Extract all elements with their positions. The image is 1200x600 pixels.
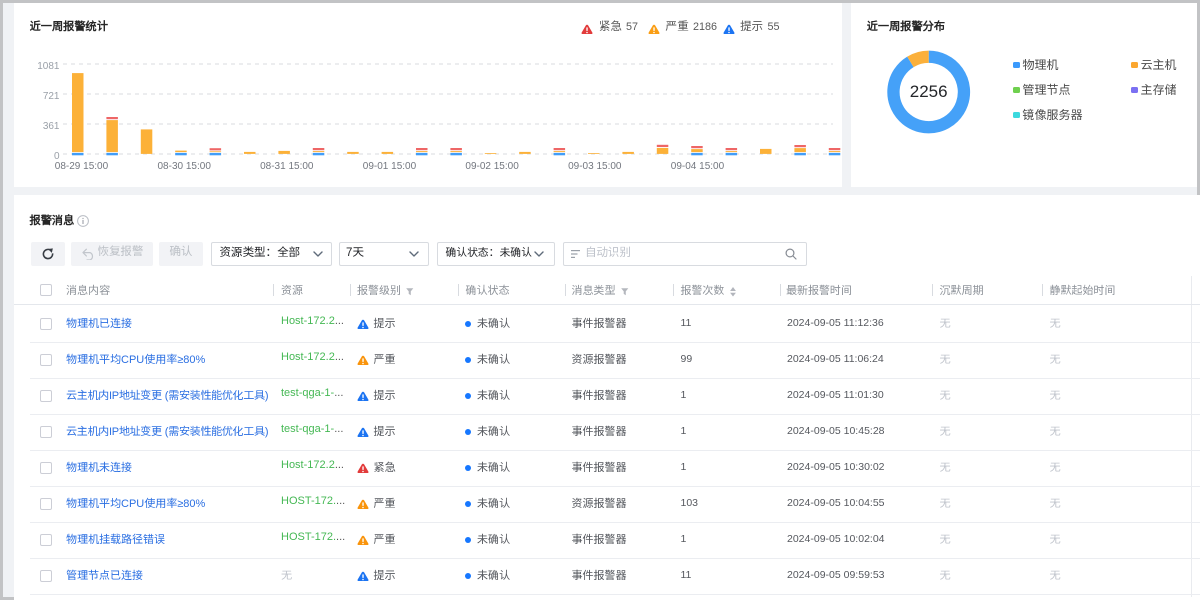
svg-text:09-04 15:00: 09-04 15:00 (671, 161, 725, 172)
svg-text:1081: 1081 (37, 61, 60, 72)
svg-text:08-29 15:00: 08-29 15:00 (55, 161, 109, 172)
svg-text:08-30 15:00: 08-30 15:00 (158, 161, 212, 172)
svg-text:09-03 15:00: 09-03 15:00 (568, 161, 622, 172)
svg-text:09-02 15:00: 09-02 15:00 (465, 161, 519, 172)
svg-text:09-01 15:00: 09-01 15:00 (363, 161, 417, 172)
svg-text:08-31 15:00: 08-31 15:00 (260, 161, 314, 172)
svg-text:721: 721 (43, 91, 60, 102)
svg-text:361: 361 (43, 121, 60, 132)
